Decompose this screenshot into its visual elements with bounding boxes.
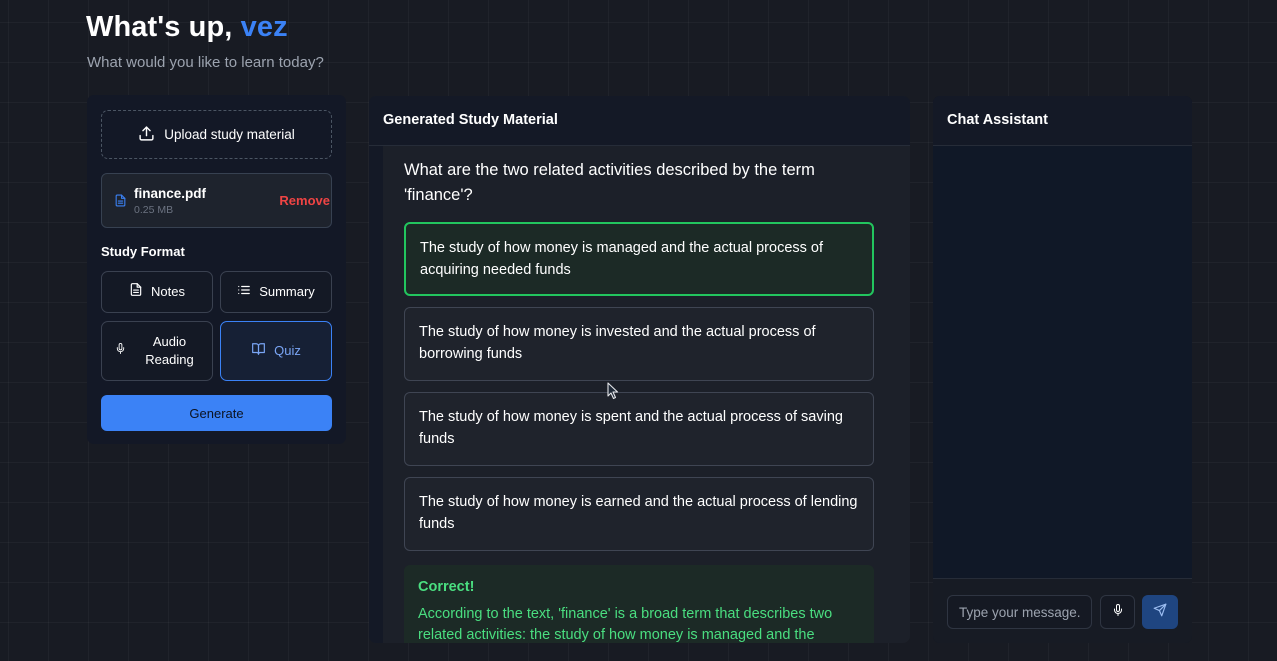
book-open-icon bbox=[251, 342, 266, 361]
upload-button[interactable]: Upload study material bbox=[101, 110, 332, 159]
answer-feedback: Correct! According to the text, 'finance… bbox=[404, 565, 874, 643]
format-notes-label: Notes bbox=[151, 284, 185, 299]
quiz-option-2[interactable]: The study of how money is invested and t… bbox=[404, 307, 874, 381]
chat-title: Chat Assistant bbox=[947, 112, 1048, 128]
document-icon bbox=[129, 282, 143, 302]
format-summary-label: Summary bbox=[259, 284, 315, 299]
voice-input-button[interactable] bbox=[1100, 595, 1135, 629]
mouse-cursor-icon bbox=[607, 382, 619, 405]
study-material-header: Generated Study Material bbox=[369, 96, 910, 146]
format-audio-reading-button[interactable]: Audio Reading bbox=[101, 321, 213, 381]
generate-button[interactable]: Generate bbox=[101, 395, 332, 431]
quiz-option-3[interactable]: The study of how money is spent and the … bbox=[404, 392, 874, 466]
file-size: 0.25 MB bbox=[134, 204, 174, 216]
study-format-label: Study Format bbox=[101, 244, 185, 259]
chat-message-input[interactable] bbox=[947, 595, 1092, 629]
upload-icon bbox=[138, 125, 155, 145]
quiz-question: What are the two related activities desc… bbox=[404, 161, 815, 204]
mic-icon bbox=[1112, 603, 1124, 622]
format-audio-reading-label: Audio Reading bbox=[145, 334, 194, 367]
format-summary-button[interactable]: Summary bbox=[220, 271, 332, 313]
study-material-title: Generated Study Material bbox=[383, 112, 558, 128]
quiz-option-1[interactable]: The study of how money is managed and th… bbox=[404, 222, 874, 296]
format-quiz-button[interactable]: Quiz bbox=[220, 321, 332, 381]
chat-header: Chat Assistant bbox=[933, 96, 1192, 146]
page-title: What's up, vez bbox=[86, 11, 288, 44]
mic-icon bbox=[115, 342, 126, 360]
chat-panel: Chat Assistant bbox=[933, 96, 1192, 643]
greeting-text: What's up, bbox=[86, 11, 241, 43]
panel-gutter bbox=[369, 146, 383, 643]
format-notes-button[interactable]: Notes bbox=[101, 271, 213, 313]
file-name: finance.pdf bbox=[134, 186, 207, 201]
upload-label: Upload study material bbox=[164, 127, 295, 142]
format-quiz-label: Quiz bbox=[274, 343, 301, 358]
send-button[interactable] bbox=[1142, 595, 1178, 629]
file-icon bbox=[114, 193, 127, 213]
chat-input-bar bbox=[933, 578, 1192, 643]
file-card: finance.pdf 0.25 MB Remove bbox=[101, 173, 332, 228]
send-icon bbox=[1153, 603, 1167, 622]
page-subtitle: What would you like to learn today? bbox=[87, 54, 324, 71]
remove-file-button[interactable]: Remove bbox=[279, 193, 330, 208]
feedback-title: Correct! bbox=[418, 579, 475, 595]
quiz-option-4[interactable]: The study of how money is earned and the… bbox=[404, 477, 874, 551]
username: vez bbox=[240, 11, 288, 43]
study-material-panel: Generated Study Material What are the tw… bbox=[369, 96, 910, 643]
list-icon bbox=[237, 283, 251, 302]
feedback-text: According to the text, 'finance' is a br… bbox=[418, 606, 833, 643]
